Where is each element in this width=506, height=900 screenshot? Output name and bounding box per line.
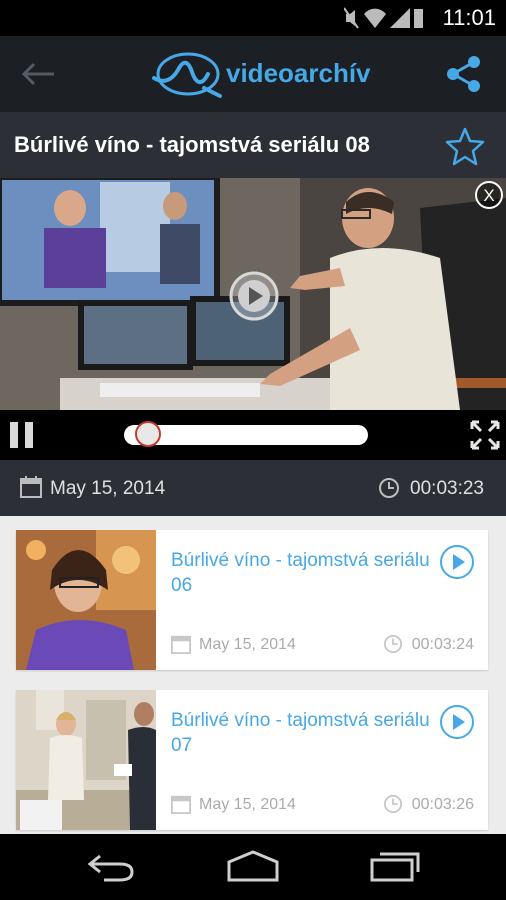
- calendar-icon: [171, 795, 191, 814]
- video-player[interactable]: X: [0, 178, 506, 410]
- nav-home-icon[interactable]: [226, 850, 280, 882]
- wifi-icon: [364, 8, 386, 28]
- play-icon[interactable]: [439, 704, 475, 740]
- related-duration: 00:03:24: [411, 636, 474, 653]
- fullscreen-icon[interactable]: [470, 420, 500, 450]
- player-controls: [0, 410, 506, 460]
- close-icon[interactable]: X: [474, 180, 504, 210]
- star-icon[interactable]: [444, 126, 486, 166]
- nav-back-icon[interactable]: [86, 852, 138, 882]
- play-icon[interactable]: [439, 544, 475, 580]
- video-title-bar: Búrlivé víno - tajomstvá seriálu 08: [0, 112, 506, 178]
- battery-icon: [414, 9, 423, 28]
- logo-wave-icon: [152, 52, 222, 98]
- video-title: Búrlivé víno - tajomstvá seriálu 08: [14, 132, 370, 157]
- related-title: Búrlivé víno - tajomstvá seriálu 07: [171, 710, 430, 756]
- clock-icon: [383, 794, 403, 814]
- video-play-icon[interactable]: [228, 270, 280, 322]
- related-video-card[interactable]: Búrlivé víno - tajomstvá seriálu 07 May …: [16, 690, 488, 830]
- share-icon[interactable]: [444, 54, 484, 94]
- related-duration: 00:03:26: [411, 796, 474, 813]
- related-date: May 15, 2014: [199, 636, 296, 653]
- app-bar: videoarchív: [0, 36, 506, 112]
- calendar-icon: [171, 635, 191, 654]
- clock-icon: [383, 634, 403, 654]
- status-bar: 11:01: [0, 0, 506, 36]
- progress-thumb[interactable]: [134, 421, 161, 447]
- app-logo-text: videoarchív: [226, 58, 371, 88]
- status-time: 11:01: [442, 5, 496, 30]
- clock-icon: [379, 478, 399, 498]
- mute-icon: [344, 7, 359, 29]
- related-title: Búrlivé víno - tajomstvá seriálu 06: [171, 550, 430, 596]
- video-duration: 00:03:23: [410, 478, 484, 499]
- related-date: May 15, 2014: [199, 796, 296, 813]
- calendar-icon: [20, 476, 42, 498]
- pause-icon[interactable]: [10, 422, 34, 448]
- video-info-bar: May 15, 2014 00:03:23: [0, 460, 506, 516]
- back-arrow-icon[interactable]: [18, 58, 58, 90]
- related-thumbnail: [16, 690, 156, 830]
- nav-recents-icon[interactable]: [370, 850, 422, 882]
- status-icons: [344, 7, 423, 29]
- close-label: X: [483, 186, 494, 205]
- related-thumbnail: [16, 530, 156, 670]
- system-nav-bar: [0, 834, 506, 900]
- video-date: May 15, 2014: [50, 478, 166, 499]
- related-video-card[interactable]: Búrlivé víno - tajomstvá seriálu 06 May …: [16, 530, 488, 670]
- signal-icon: [390, 8, 410, 28]
